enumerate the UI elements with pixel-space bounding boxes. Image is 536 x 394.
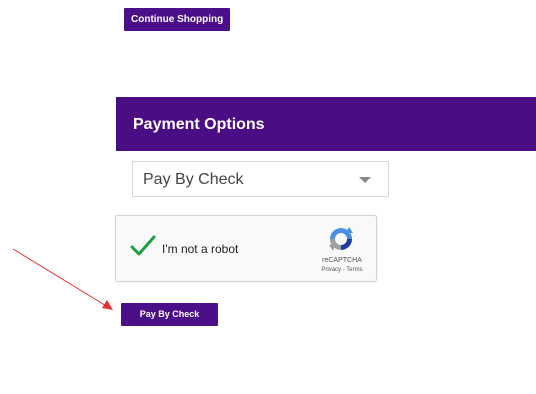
payment-method-value: Pay By Check xyxy=(143,171,244,188)
checkout-page: Continue Shopping Payment Options Pay By… xyxy=(0,0,536,394)
terms-link[interactable]: Terms xyxy=(346,267,362,273)
payment-options-header: Payment Options xyxy=(116,97,536,151)
recaptcha-logo-icon xyxy=(329,227,353,251)
red-arrow-icon xyxy=(12,248,113,310)
captcha-label: I'm not a robot xyxy=(162,242,239,256)
recaptcha-widget: I'm not a robot reCAPTCHA Privacy - Term… xyxy=(115,215,377,282)
checkmark-icon[interactable] xyxy=(130,234,156,258)
recaptcha-links: Privacy - Terms xyxy=(312,267,372,273)
payment-options-title: Payment Options xyxy=(133,116,265,133)
recaptcha-brand: reCAPTCHA xyxy=(322,257,362,264)
pay-by-check-button[interactable]: Pay By Check xyxy=(121,303,218,326)
payment-method-select[interactable]: Pay By Check xyxy=(132,161,389,197)
chevron-down-icon xyxy=(359,177,371,183)
continue-shopping-button[interactable]: Continue Shopping xyxy=(124,8,231,31)
privacy-link[interactable]: Privacy xyxy=(321,267,341,273)
